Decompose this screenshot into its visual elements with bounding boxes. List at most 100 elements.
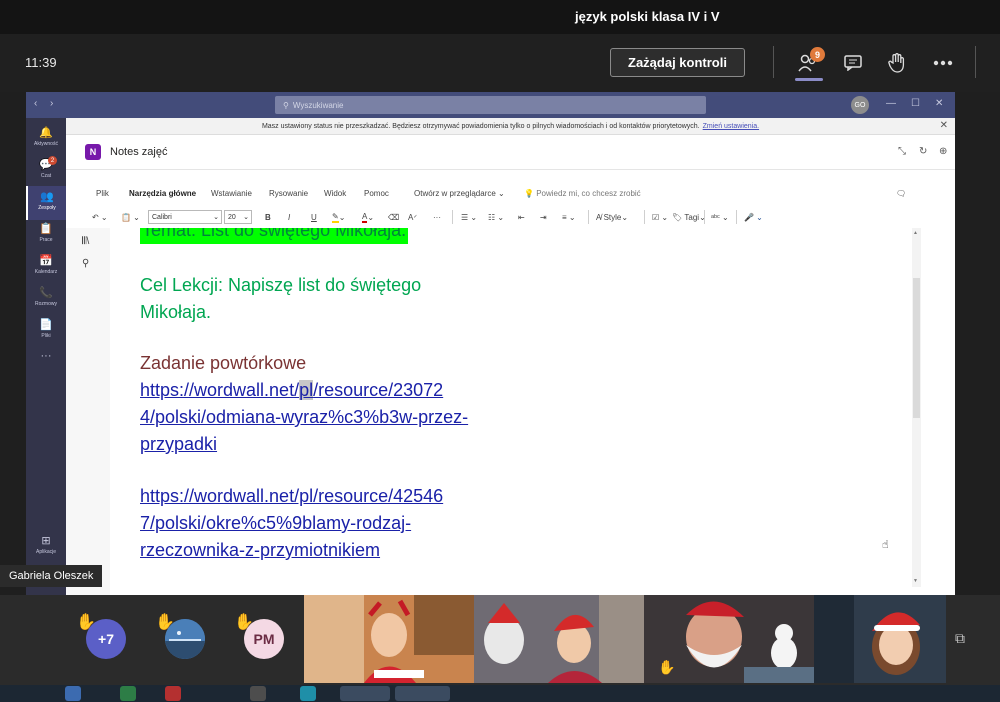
undo-icon[interactable]: ↶ ⌄ <box>92 210 108 224</box>
participant-video[interactable] <box>474 595 644 683</box>
todo-tag-icon[interactable]: ☑ ⌄ <box>652 210 668 224</box>
banner-close-icon[interactable]: ✕ <box>940 120 948 131</box>
taskbar-app-icon[interactable] <box>250 686 266 701</box>
rail-item-apps[interactable]: ⊞ Aplikacje <box>26 530 66 564</box>
note-lesson-goal[interactable]: Cel Lekcji: Napiszę list do świętego Mik… <box>140 272 421 326</box>
taskbar <box>0 685 1000 702</box>
clear-format-icon[interactable]: ⌫ <box>388 210 399 224</box>
participant-video[interactable] <box>304 595 474 683</box>
search-icon[interactable]: ⚲ <box>82 258 89 269</box>
clipboard-icon[interactable]: 📋 ⌄ <box>121 210 140 224</box>
avatar[interactable] <box>165 619 205 659</box>
more-options-icon[interactable] <box>931 51 955 75</box>
numbering-icon[interactable]: ☷ ⌄ <box>488 210 504 224</box>
tab-file[interactable]: Plik <box>96 189 109 198</box>
note-topic[interactable]: Temat: List do świętego Mikołaja. <box>140 228 409 244</box>
scroll-thumb[interactable] <box>913 278 920 418</box>
tab-insert[interactable]: Wstawianie <box>211 189 252 198</box>
avatar[interactable]: GO <box>851 96 869 114</box>
chevron-down-icon: ⌄ <box>213 214 219 221</box>
outdent-icon[interactable]: ⇤ <box>518 210 525 224</box>
participant-strip: ✋ +7 ✋ ✋ PM ✋ ⧉ <box>0 595 1000 685</box>
rail-item-more[interactable]: ··· <box>26 346 66 380</box>
chat-badge: 2 <box>48 156 57 165</box>
meeting-title: język polski klasa IV i V <box>575 9 720 24</box>
mouse-cursor-icon: ☝ <box>882 539 889 551</box>
bullets-icon[interactable]: ☰ ⌄ <box>461 210 477 224</box>
collapse-icon[interactable]: ⤡ <box>898 146 906 157</box>
tags-button[interactable]: 🏷 Tagi ⌄ <box>672 210 706 224</box>
globe-icon[interactable]: ⊕ <box>939 146 947 157</box>
chat-icon[interactable] <box>841 51 865 75</box>
divider <box>452 210 453 224</box>
tab-draw[interactable]: Rysowanie <box>269 189 308 198</box>
forward-icon[interactable]: › <box>50 98 53 109</box>
class-notebook-header: N Notes zajęć ⤡ ↻ ⊕ <box>66 135 955 170</box>
raised-hand-icon: ✋ <box>658 659 676 675</box>
dictate-icon[interactable]: 🎤 ⌄ <box>744 210 763 224</box>
spelling-icon[interactable]: ᵃᵇᶜ ⌄ <box>711 210 729 224</box>
underline-button[interactable]: U <box>311 210 317 224</box>
close-icon[interactable]: ✕ <box>935 98 943 109</box>
shared-search-box[interactable]: ⚲ Wyszukiwanie <box>275 96 706 114</box>
raise-hand-icon[interactable] <box>885 51 909 75</box>
bell-icon: 🔔 <box>39 127 53 139</box>
wordwall-link-2[interactable]: https://wordwall.net/pl/resource/42546 7… <box>140 483 443 564</box>
notebook-side-tools: 𝄃𝄃\ ⚲ <box>66 228 110 595</box>
scroll-up-icon[interactable]: ▲ <box>913 230 918 236</box>
avatar[interactable]: PM <box>244 619 284 659</box>
taskbar-app-icon[interactable] <box>165 686 181 701</box>
format-icon[interactable]: A ✓ <box>408 210 418 224</box>
participant-video[interactable] <box>814 595 946 683</box>
maximize-icon[interactable]: ☐ <box>911 98 920 109</box>
note-review-task[interactable]: Zadanie powtórkowe <box>140 350 306 377</box>
open-in-browser-button[interactable]: Otwórz w przeglądarce ⌄ <box>414 189 505 198</box>
note-page-canvas[interactable]: Temat: List do świętego Mikołaja. Cel Le… <box>110 228 912 595</box>
rail-item-calls[interactable]: 📞 Rozmowy <box>26 282 66 316</box>
more-icon[interactable]: ··· <box>433 210 441 224</box>
tab-help[interactable]: Pomoc <box>364 189 389 198</box>
highlight-icon[interactable]: ✎ ⌄ <box>332 210 345 224</box>
participants-count-badge: 9 <box>810 47 825 62</box>
change-settings-link[interactable]: Zmień ustawienia. <box>703 123 759 130</box>
participants-icon[interactable]: 9 <box>796 47 825 75</box>
more-participants-avatar[interactable]: +7 <box>86 619 126 659</box>
indent-icon[interactable]: ⇥ <box>540 210 547 224</box>
rail-item-assignments[interactable]: 📋 Prace <box>26 218 66 252</box>
minimize-icon[interactable]: — <box>886 98 896 109</box>
rail-item-files[interactable]: 📄 Pliki <box>26 314 66 348</box>
divider <box>704 210 705 224</box>
font-color-icon[interactable]: A ⌄ <box>362 210 374 224</box>
font-name-select[interactable]: Calibri ⌄ <box>148 210 222 224</box>
rail-item-chat[interactable]: 💬 Czat 2 <box>26 154 66 188</box>
camera-switch-icon[interactable]: ⧉ <box>955 630 965 647</box>
wordwall-link-1[interactable]: https://wordwall.net/pl/resource/23072 4… <box>140 377 468 458</box>
tab-home[interactable]: Narzędzia główne <box>129 189 196 198</box>
refresh-icon[interactable]: ↻ <box>919 146 927 157</box>
tab-view[interactable]: Widok <box>324 189 346 198</box>
taskbar-app-icon[interactable] <box>120 686 136 701</box>
text-selection: pl <box>299 380 314 400</box>
back-icon[interactable]: ‹ <box>34 98 37 109</box>
align-icon[interactable]: ≡ ⌄ <box>562 210 576 224</box>
assignments-icon: 📋 <box>39 223 53 235</box>
taskbar-app-icon[interactable] <box>395 686 450 701</box>
scroll-down-icon[interactable]: ▼ <box>913 578 918 584</box>
page-scrollbar[interactable]: ▲ ▼ <box>912 228 921 587</box>
styles-button[interactable]: A̸ Style ⌄ <box>596 210 628 224</box>
tell-me-box[interactable]: 💡 Powiedz mi, co chcesz zrobić <box>524 189 641 198</box>
notebooks-icon[interactable]: 𝄃𝄃\ <box>82 236 89 247</box>
rail-item-teams[interactable]: 👥 Zespoły <box>26 186 66 220</box>
rail-item-activity[interactable]: 🔔 Aktywność <box>26 122 66 156</box>
taskbar-app-icon[interactable] <box>65 686 81 701</box>
request-control-button[interactable]: Zażądaj kontroli <box>610 48 745 77</box>
participant-video[interactable]: ✋ <box>644 595 814 683</box>
italic-button[interactable]: I <box>288 210 290 224</box>
taskbar-app-icon[interactable] <box>300 686 316 701</box>
bold-button[interactable]: B <box>265 210 271 224</box>
font-size-select[interactable]: 20 ⌄ <box>224 210 252 224</box>
taskbar-app-icon[interactable] <box>340 686 390 701</box>
comments-icon[interactable]: 🗨 <box>896 189 906 198</box>
rail-item-calendar[interactable]: 📅 Kalendarz <box>26 250 66 284</box>
lightbulb-icon: 💡 <box>524 189 534 198</box>
